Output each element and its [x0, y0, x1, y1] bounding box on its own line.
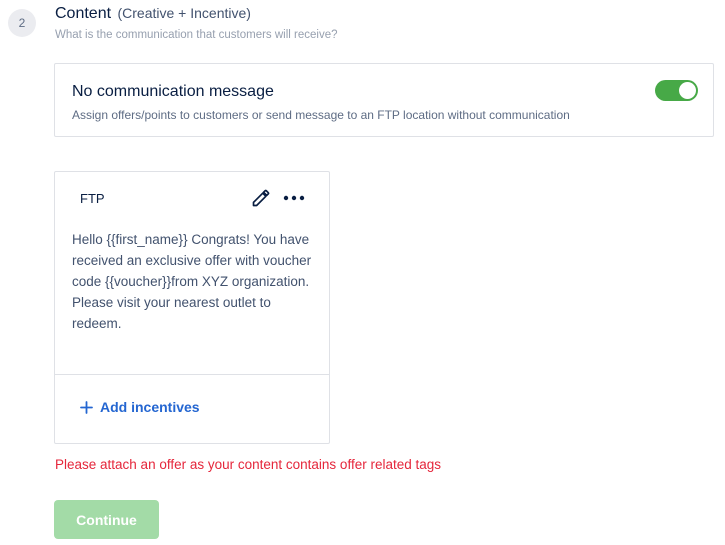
pencil-icon[interactable]: [251, 188, 271, 208]
offer-required-error: Please attach an offer as your content c…: [55, 457, 441, 472]
section-description: What is the communication that customers…: [55, 29, 338, 41]
section-title-subtitle: (Creative + Incentive): [117, 5, 251, 21]
no-communication-toggle[interactable]: [655, 80, 698, 101]
section-title-main: Content: [55, 5, 112, 22]
section-title: Content (Creative + Incentive): [55, 4, 251, 23]
step-number-badge: 2: [8, 9, 36, 37]
continue-button[interactable]: Continue: [54, 500, 159, 539]
ftp-content-card: FTP Hello {{first_name}} Congrats! You h…: [54, 171, 330, 444]
more-horizontal-icon[interactable]: [282, 189, 306, 207]
ftp-channel-label: FTP: [80, 191, 105, 206]
add-incentives-link[interactable]: Add incentives: [80, 399, 200, 415]
no-communication-description: Assign offers/points to customers or sen…: [72, 108, 570, 122]
no-communication-card: No communication message Assign offers/p…: [54, 63, 714, 137]
ftp-message-text: Hello {{first_name}} Congrats! You have …: [72, 232, 312, 331]
card-divider: [55, 374, 329, 375]
add-incentives-label: Add incentives: [100, 399, 200, 415]
toggle-knob: [679, 82, 696, 99]
no-communication-title: No communication message: [72, 83, 274, 100]
plus-icon: [80, 400, 93, 414]
